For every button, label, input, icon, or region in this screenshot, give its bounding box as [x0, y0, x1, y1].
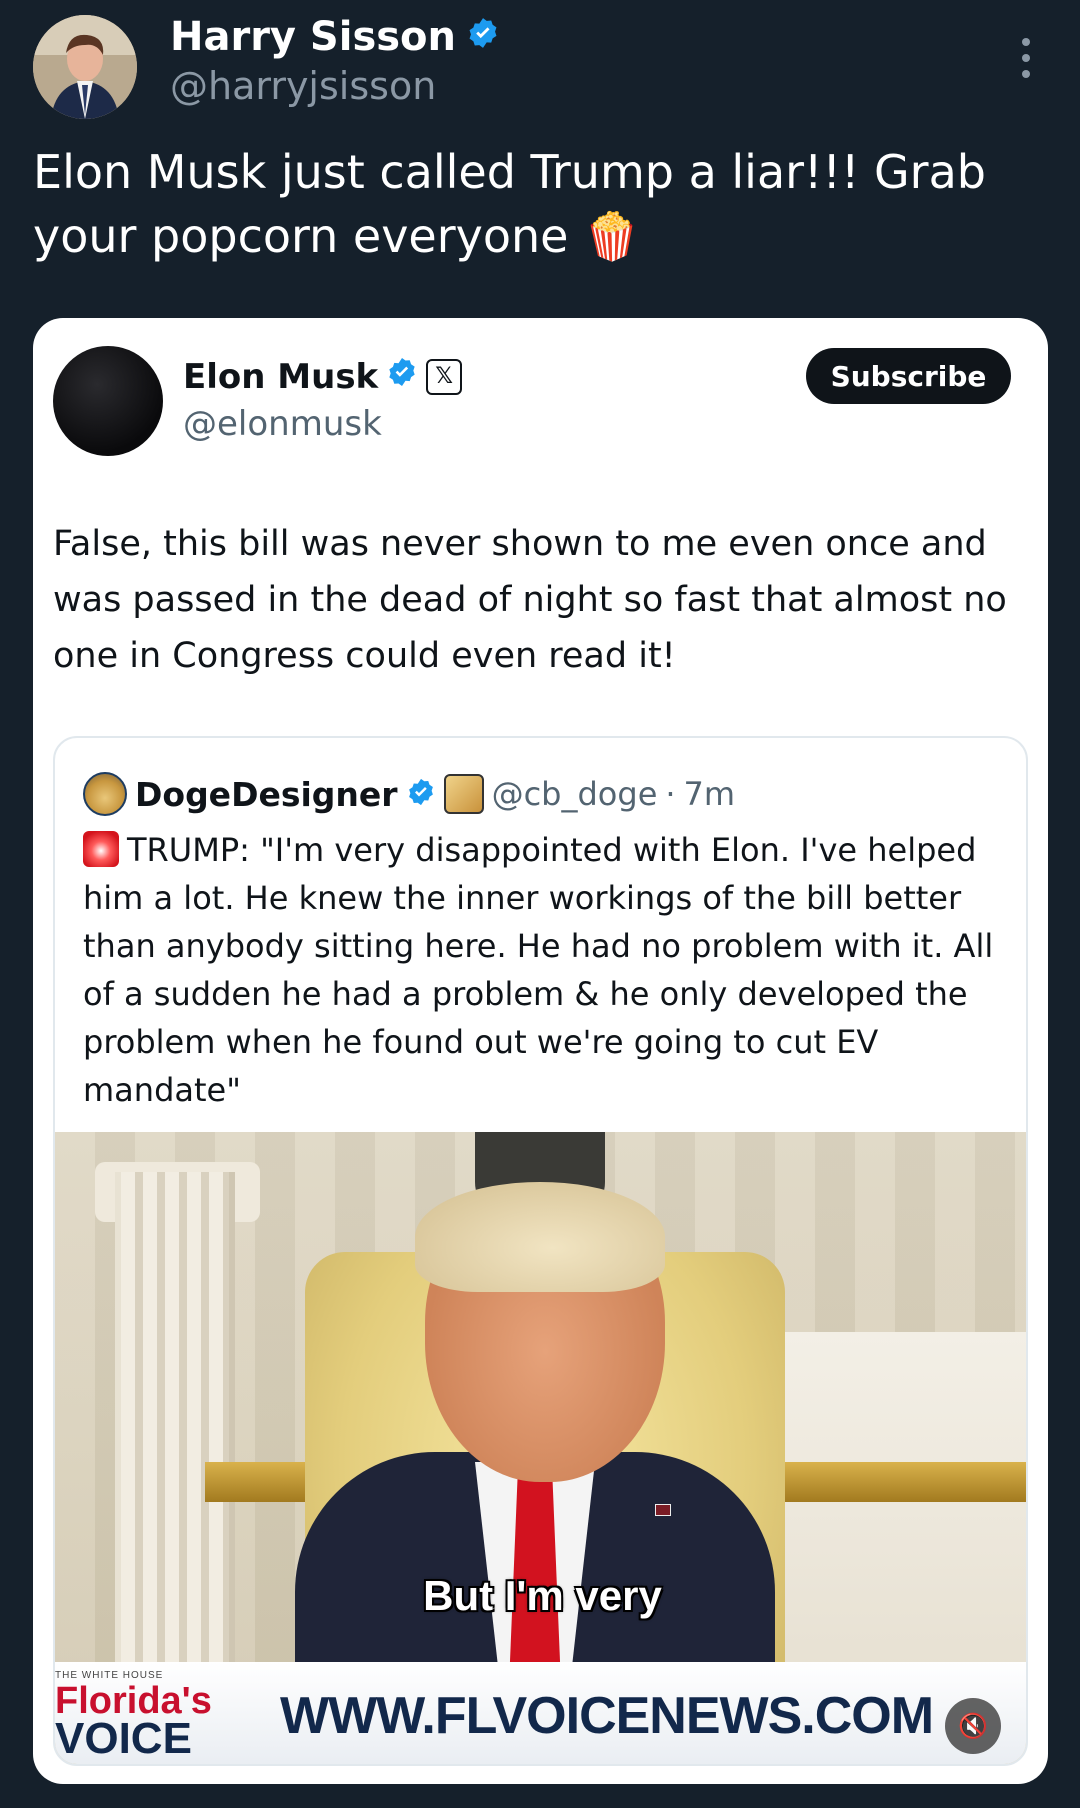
quoted-author-avatar[interactable] [83, 772, 127, 816]
verified-badge-icon [386, 356, 418, 397]
quoted-post-text: TRUMP: "I'm very disappointed with Elon.… [83, 831, 994, 1109]
author-name-row[interactable]: Harry Sisson [170, 14, 500, 60]
separator-dot: · [665, 775, 676, 813]
author-handle[interactable]: @harryjsisson [170, 64, 436, 108]
video-banner: THE WHITE HOUSE Florida's VOICE WWW.FLVO… [55, 1662, 1026, 1764]
quoted-timestamp[interactable]: 7m [684, 775, 736, 813]
embedded-author-name-row[interactable]: Elon Musk 𝕏 [183, 356, 463, 397]
floridas-voice-logo: THE WHITE HOUSE Florida's VOICE [55, 1670, 212, 1763]
quoted-post[interactable]: DogeDesigner @cb_doge · 7m TRUMP: "I'm v… [53, 736, 1028, 1766]
video-scene-trim [205, 1462, 315, 1502]
quoted-author-handle[interactable]: @cb_doge [492, 775, 658, 813]
embedded-author-name[interactable]: Elon Musk [183, 357, 378, 397]
tweet-text: Elon Musk just called Trump a liar!!! Gr… [33, 145, 986, 263]
embedded-post-text: False, this bill was never shown to me e… [53, 524, 1007, 676]
x-affiliation-icon: 𝕏 [426, 358, 463, 395]
mute-icon[interactable]: 🔇 [945, 1698, 1001, 1754]
verified-badge-icon [466, 14, 500, 60]
quoted-post-text-block: TRUMP: "I'm very disappointed with Elon.… [83, 826, 1013, 1114]
verified-badge-icon [406, 777, 436, 811]
banner-url: WWW.FLVOICENEWS.COM [280, 1687, 934, 1745]
embedded-author-handle[interactable]: @elonmusk [183, 404, 382, 444]
doge-affiliation-icon [443, 774, 484, 814]
video-caption: But I'm very [423, 1572, 662, 1619]
video-scene-trim [775, 1462, 1026, 1502]
flag-pin-icon [655, 1504, 671, 1516]
more-options-icon[interactable] [1016, 38, 1036, 78]
author-name[interactable]: Harry Sisson [170, 14, 456, 60]
quoted-author-name[interactable]: DogeDesigner [135, 775, 398, 814]
siren-icon [83, 831, 119, 867]
video-scene-hair [415, 1182, 665, 1292]
logo-line-2: VOICE [55, 1714, 192, 1763]
embedded-post-card[interactable]: Elon Musk 𝕏 @elonmusk Subscribe False, t… [33, 318, 1048, 1784]
quoted-post-header: DogeDesigner @cb_doge · 7m [83, 772, 735, 816]
video-player[interactable]: But I'm very THE WHITE HOUSE Florida's V… [55, 1132, 1026, 1764]
author-avatar[interactable] [33, 15, 137, 119]
embedded-author-avatar[interactable] [53, 346, 163, 456]
subscribe-button[interactable]: Subscribe [806, 348, 1011, 404]
